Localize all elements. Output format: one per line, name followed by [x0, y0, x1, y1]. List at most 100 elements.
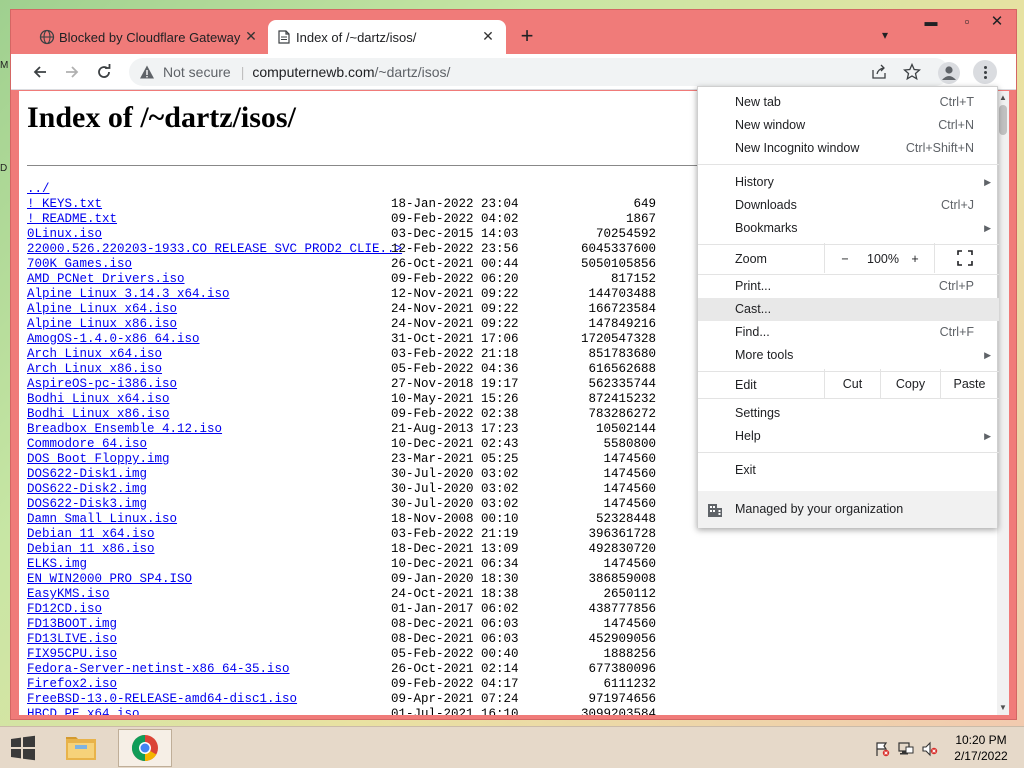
file-link[interactable]: FD12CD.iso — [27, 602, 102, 617]
arrow-right-icon — [66, 66, 79, 78]
file-link[interactable]: AspireOS-pc-i386.iso — [27, 377, 177, 392]
zoom-out-button[interactable]: − — [839, 247, 851, 271]
file-link[interactable]: FreeBSD-13.0-RELEASE-amd64-disc1.iso — [27, 692, 297, 707]
menu-item-exit[interactable]: Exit — [698, 459, 999, 482]
file-link[interactable]: Bodhi_Linux_x86.iso — [27, 407, 170, 422]
profile-button[interactable] — [938, 62, 960, 84]
file-link[interactable]: EasyKMS.iso — [27, 587, 110, 602]
close-window-button[interactable]: ✕ — [979, 10, 1015, 34]
minimize-button[interactable]: ▬ — [913, 10, 949, 34]
copy-button[interactable]: Copy — [880, 369, 940, 399]
file-link[interactable]: AmogOS-1.4.0-x86_64.iso — [27, 332, 200, 347]
windows-start-icon[interactable] — [8, 735, 38, 761]
address-bar[interactable]: Not secure | computernewb.com/~dartz/iso… — [129, 58, 949, 86]
menu-item-find[interactable]: Find... Ctrl+F — [698, 321, 999, 344]
share-icon[interactable] — [871, 64, 887, 80]
menu-item-cast[interactable]: Cast... — [698, 298, 999, 321]
network-icon[interactable] — [898, 741, 914, 757]
file-link[interactable]: Arch_Linux_x64.iso — [27, 347, 162, 362]
fullscreen-icon[interactable] — [957, 250, 973, 266]
system-clock[interactable]: 10:20 PM 2/17/2022 — [946, 732, 1016, 764]
file-link[interactable]: HBCD_PE_x64.iso — [27, 707, 140, 715]
menu-label: Print... — [735, 279, 772, 293]
taskbar-file-explorer[interactable] — [56, 729, 106, 767]
file-link[interactable]: Debian_11_x64.iso — [27, 527, 155, 542]
file-link[interactable]: AMD_PCNet_Drivers.iso — [27, 272, 185, 287]
file-link[interactable]: 700K_Games.iso — [27, 257, 132, 272]
file-link[interactable]: Damn_Small_Linux.iso — [27, 512, 177, 527]
file-link[interactable]: !_KEYS.txt — [27, 197, 102, 212]
file-link[interactable]: Alpine_Linux_x64.iso — [27, 302, 177, 317]
close-tab-icon[interactable]: ✕ — [243, 28, 259, 44]
scroll-down-icon[interactable]: ▼ — [997, 703, 1009, 712]
reload-button[interactable] — [92, 60, 116, 84]
menu-item-help[interactable]: Help ▶ — [698, 425, 999, 448]
menu-item-new-window[interactable]: New window Ctrl+N — [698, 114, 999, 137]
menu-item-new-incognito[interactable]: New Incognito window Ctrl+Shift+N — [698, 137, 999, 160]
action-center-flag-icon[interactable] — [874, 741, 890, 757]
file-link[interactable]: Firefox2.iso — [27, 677, 117, 692]
menu-item-settings[interactable]: Settings — [698, 402, 999, 425]
close-tab-icon[interactable]: ✕ — [480, 28, 496, 44]
file-link[interactable]: DOS622-Disk2.img — [27, 482, 147, 497]
chevron-down-icon[interactable]: ▾ — [877, 28, 893, 44]
file-link[interactable]: FD13LIVE.iso — [27, 632, 117, 647]
menu-label: History — [735, 175, 774, 189]
tab-index[interactable]: Index of /~dartz/isos/ ✕ — [268, 20, 506, 54]
menu-item-downloads[interactable]: Downloads Ctrl+J — [698, 194, 999, 217]
new-tab-button[interactable]: + — [517, 25, 537, 47]
back-button[interactable] — [28, 60, 52, 84]
file-date: 24-Nov-2021 09:22 — [391, 302, 519, 316]
menu-separator — [698, 398, 999, 399]
file-link[interactable]: EN_WIN2000_PRO_SP4.ISO — [27, 572, 192, 587]
menu-edit-row: Edit Cut Copy Paste — [698, 369, 999, 399]
parent-dir-link[interactable]: ../ — [27, 182, 50, 197]
file-date: 23-Mar-2021 05:25 — [391, 452, 519, 466]
menu-item-more-tools[interactable]: More tools ▶ — [698, 344, 999, 367]
file-size: 10502144 — [595, 422, 656, 436]
forward-button[interactable] — [60, 60, 84, 84]
file-link[interactable]: Arch_Linux_x86.iso — [27, 362, 162, 377]
chrome-menu-button[interactable] — [973, 60, 997, 84]
file-link[interactable]: Alpine_Linux_x86.iso — [27, 317, 177, 332]
file-link[interactable]: Bodhi_Linux_x64.iso — [27, 392, 170, 407]
file-link[interactable]: FD13BOOT.img — [27, 617, 117, 632]
menu-item-managed[interactable]: Managed by your organization — [698, 491, 997, 528]
menu-item-new-tab[interactable]: New tab Ctrl+T — [698, 91, 999, 114]
file-date: 10-May-2021 15:26 — [391, 392, 519, 406]
file-link[interactable]: 22000.526.220203-1933.CO_RELEASE_SVC_PRO… — [27, 242, 402, 257]
menu-separator — [698, 452, 999, 453]
cut-button[interactable]: Cut — [824, 369, 880, 399]
url-host: computernewb.com — [252, 64, 375, 80]
file-link[interactable]: Fedora-Server-netinst-x86_64-35.iso — [27, 662, 290, 677]
file-link[interactable]: !_README.txt — [27, 212, 117, 227]
menu-item-history[interactable]: History ▶ — [698, 171, 999, 194]
file-size: 817152 — [610, 272, 656, 286]
menu-zoom-row: Zoom − 100% + — [698, 243, 999, 273]
zoom-level: 100% — [867, 252, 899, 266]
menu-item-print[interactable]: Print... Ctrl+P — [698, 275, 999, 298]
taskbar-chrome[interactable] — [118, 729, 172, 767]
file-link[interactable]: Breadbox_Ensemble_4.12.iso — [27, 422, 222, 437]
file-link[interactable]: DOS_Boot_Floppy.img — [27, 452, 170, 467]
file-link[interactable]: DOS622-Disk3.img — [27, 497, 147, 512]
file-link[interactable]: FIX95CPU.iso — [27, 647, 117, 662]
volume-muted-icon[interactable] — [922, 741, 938, 757]
tab-blocked[interactable]: Blocked by Cloudflare Gateway ✕ — [31, 20, 269, 54]
scroll-thumb[interactable] — [999, 105, 1007, 135]
menu-item-bookmarks[interactable]: Bookmarks ▶ — [698, 217, 999, 240]
star-icon[interactable] — [903, 63, 921, 81]
file-link[interactable]: Commodore_64.iso — [27, 437, 147, 452]
clock-time: 10:20 PM — [955, 733, 1007, 747]
paste-button[interactable]: Paste — [940, 369, 998, 399]
file-link[interactable]: ELKS.img — [27, 557, 87, 572]
tab-title: Blocked by Cloudflare Gateway — [59, 29, 241, 45]
file-link[interactable]: Alpine_Linux_3.14.3_x64.iso — [27, 287, 230, 302]
zoom-in-button[interactable]: + — [909, 247, 921, 271]
file-link[interactable]: 0Linux.iso — [27, 227, 102, 242]
file-link[interactable]: DOS622-Disk1.img — [27, 467, 147, 482]
file-size: 1888256 — [603, 647, 656, 661]
file-date: 31-Oct-2021 17:06 — [391, 332, 519, 346]
file-link[interactable]: Debian_11_x86.iso — [27, 542, 155, 557]
file-size: 166723584 — [588, 302, 656, 316]
